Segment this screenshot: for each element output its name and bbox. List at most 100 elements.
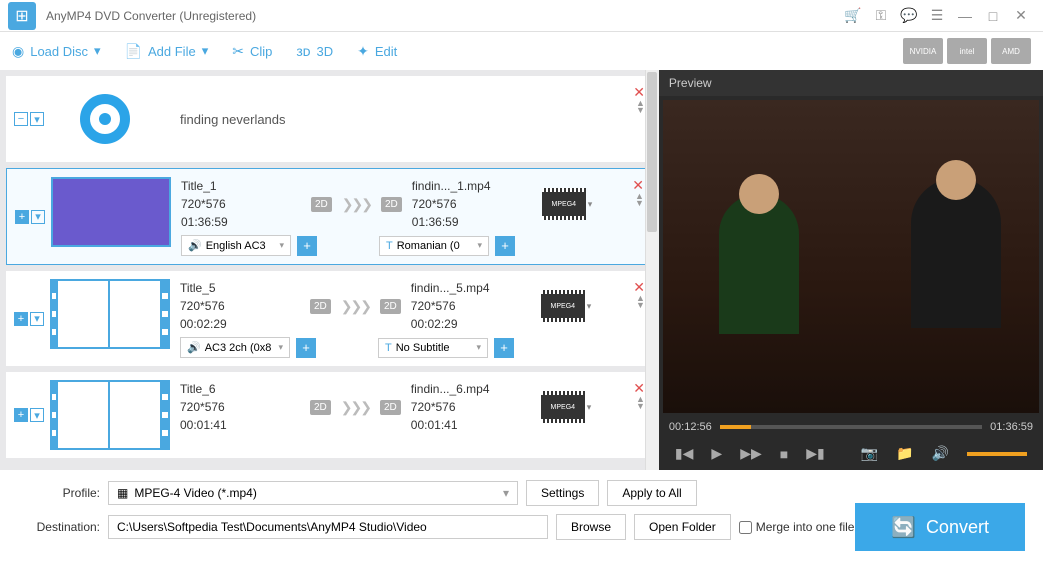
browse-button[interactable]: Browse xyxy=(556,514,626,540)
source-info: Title_1720*57601:36:59 xyxy=(181,177,301,231)
chevron-down-icon[interactable]: ▾ xyxy=(587,301,592,312)
sort-handle[interactable]: ▲▼ xyxy=(636,100,645,114)
add-audio-button[interactable]: + xyxy=(297,236,317,256)
close-icon[interactable]: ✕ xyxy=(1009,4,1033,28)
source-info: Title_5720*57600:02:29 xyxy=(180,279,300,333)
titlebar: ⊞ AnyMP4 DVD Converter (Unregistered) 🛒 … xyxy=(0,0,1043,32)
check-button[interactable]: ▾ xyxy=(30,112,44,126)
prev-button[interactable]: ▮◀ xyxy=(675,445,693,462)
format-icon[interactable]: MPEG4 xyxy=(542,188,586,220)
track-thumbnail xyxy=(51,177,171,247)
fwd-button[interactable]: ▶▶ xyxy=(740,445,762,462)
source-info: Title_6720*57600:01:41 xyxy=(180,380,300,434)
amd-badge: AMD xyxy=(991,38,1031,64)
check-button[interactable]: ▾ xyxy=(30,408,44,422)
scissors-icon: ✂ xyxy=(232,43,244,60)
2d-badge: 2D xyxy=(310,299,331,314)
sort-handle[interactable]: ▲▼ xyxy=(636,295,645,309)
folder-button[interactable]: 📁 xyxy=(896,445,913,462)
edit-button[interactable]: ✦Edit xyxy=(357,43,397,60)
subtitle-icon: T xyxy=(385,342,392,354)
chevron-down-icon[interactable]: ▾ xyxy=(587,402,592,413)
2d-badge: 2D xyxy=(311,197,332,212)
chevron-down-icon: ▾ xyxy=(94,43,101,59)
track-row[interactable]: +▾ Title_6720*57600:01:41 2D ❯❯❯ 2D find… xyxy=(6,372,653,458)
output-info: findin..._1.mp4720*57601:36:59 xyxy=(412,177,532,231)
list-scrollbar[interactable] xyxy=(645,70,659,470)
track-thumbnail xyxy=(50,279,170,349)
2d-badge: 2D xyxy=(381,197,402,212)
audio-select[interactable]: 🔊AC3 2ch (0x8▾ xyxy=(180,337,290,358)
sort-handle[interactable]: ▲▼ xyxy=(635,193,644,207)
audio-select[interactable]: 🔊English AC3▾ xyxy=(181,235,291,256)
merge-checkbox[interactable]: Merge into one file xyxy=(739,520,855,534)
time-current: 00:12:56 xyxy=(669,421,712,433)
stop-button[interactable]: ■ xyxy=(780,446,788,462)
timeline: 00:12:56 01:36:59 xyxy=(659,417,1043,437)
menu-icon[interactable]: ☰ xyxy=(925,4,949,28)
nvidia-badge: NVIDIA xyxy=(903,38,943,64)
app-logo-icon: ⊞ xyxy=(8,2,36,30)
destination-input[interactable]: C:\Users\Softpedia Test\Documents\AnyMP4… xyxy=(108,515,548,539)
toolbar: ◉Load Disc▾ 📄Add File▾ ✂Clip ᴈᴅ3D ✦Edit … xyxy=(0,32,1043,70)
next-button[interactable]: ▶▮ xyxy=(806,445,824,462)
feedback-icon[interactable]: 💬 xyxy=(897,4,921,28)
check-button[interactable]: ▾ xyxy=(31,210,45,224)
settings-button[interactable]: Settings xyxy=(526,480,599,506)
arrow-icon: ❯❯❯ xyxy=(341,298,370,315)
expand-button[interactable]: + xyxy=(15,210,29,224)
chevron-down-icon: ▾ xyxy=(503,486,509,500)
disc-thumbnail xyxy=(50,84,160,154)
volume-icon[interactable]: 🔊 xyxy=(932,445,949,462)
expand-button[interactable]: + xyxy=(14,408,28,422)
2d-badge: 2D xyxy=(310,400,331,415)
apply-all-button[interactable]: Apply to All xyxy=(607,480,696,506)
check-button[interactable]: ▾ xyxy=(30,312,44,326)
track-row[interactable]: +▾ Title_1720*57601:36:59 2D ❯❯❯ 2D find… xyxy=(6,168,653,265)
3d-button[interactable]: ᴈᴅ3D xyxy=(296,43,333,59)
subtitle-select[interactable]: TNo Subtitle▾ xyxy=(378,338,488,358)
convert-button[interactable]: 🔄 Convert xyxy=(855,503,1025,551)
seek-bar[interactable] xyxy=(720,425,982,429)
add-subtitle-button[interactable]: + xyxy=(494,338,514,358)
key-icon[interactable]: ⚿ xyxy=(869,4,893,28)
subtitle-icon: T xyxy=(386,240,393,252)
volume-slider[interactable] xyxy=(967,452,1027,456)
collapse-button[interactable]: − xyxy=(14,112,28,126)
minimize-icon[interactable]: — xyxy=(953,4,977,28)
app-title: AnyMP4 DVD Converter (Unregistered) xyxy=(46,9,256,23)
destination-label: Destination: xyxy=(20,520,100,534)
chevron-down-icon: ▾ xyxy=(202,43,209,59)
maximize-icon[interactable]: □ xyxy=(981,4,1005,28)
disc-row[interactable]: −▾ finding neverlands ✕ ▲▼ xyxy=(6,76,653,162)
profile-label: Profile: xyxy=(20,486,100,500)
expand-button[interactable]: + xyxy=(14,312,28,326)
profile-select[interactable]: ▦ MPEG-4 Video (*.mp4) ▾ xyxy=(108,481,518,505)
cart-icon[interactable]: 🛒 xyxy=(841,4,865,28)
sort-handle[interactable]: ▲▼ xyxy=(636,396,645,410)
subtitle-select[interactable]: TRomanian (0▾ xyxy=(379,236,489,256)
track-thumbnail xyxy=(50,380,170,450)
open-folder-button[interactable]: Open Folder xyxy=(634,514,731,540)
mpeg-icon: ▦ xyxy=(117,486,128,500)
format-icon[interactable]: MPEG4 xyxy=(541,290,585,322)
disc-icon: ◉ xyxy=(12,43,24,60)
format-icon[interactable]: MPEG4 xyxy=(541,391,585,423)
3d-icon: ᴈᴅ xyxy=(296,43,310,59)
load-disc-button[interactable]: ◉Load Disc▾ xyxy=(12,43,101,60)
clip-button[interactable]: ✂Clip xyxy=(232,43,272,60)
snapshot-button[interactable]: 📷 xyxy=(861,445,878,462)
play-button[interactable]: ▶ xyxy=(711,445,722,462)
audio-icon: 🔊 xyxy=(188,239,202,252)
add-file-button[interactable]: 📄Add File▾ xyxy=(125,43,209,60)
time-total: 01:36:59 xyxy=(990,421,1033,433)
add-subtitle-button[interactable]: + xyxy=(495,236,515,256)
arrow-icon: ❯❯❯ xyxy=(341,399,370,416)
output-info: findin..._5.mp4720*57600:02:29 xyxy=(411,279,531,333)
player-controls: ▮◀ ▶ ▶▶ ■ ▶▮ 📷 📁 🔊 xyxy=(659,437,1043,470)
preview-label: Preview xyxy=(659,70,1043,96)
chevron-down-icon[interactable]: ▾ xyxy=(588,199,593,210)
add-audio-button[interactable]: + xyxy=(296,338,316,358)
track-row[interactable]: +▾ Title_5720*57600:02:29 2D ❯❯❯ 2D find… xyxy=(6,271,653,366)
preview-video[interactable] xyxy=(663,100,1039,413)
